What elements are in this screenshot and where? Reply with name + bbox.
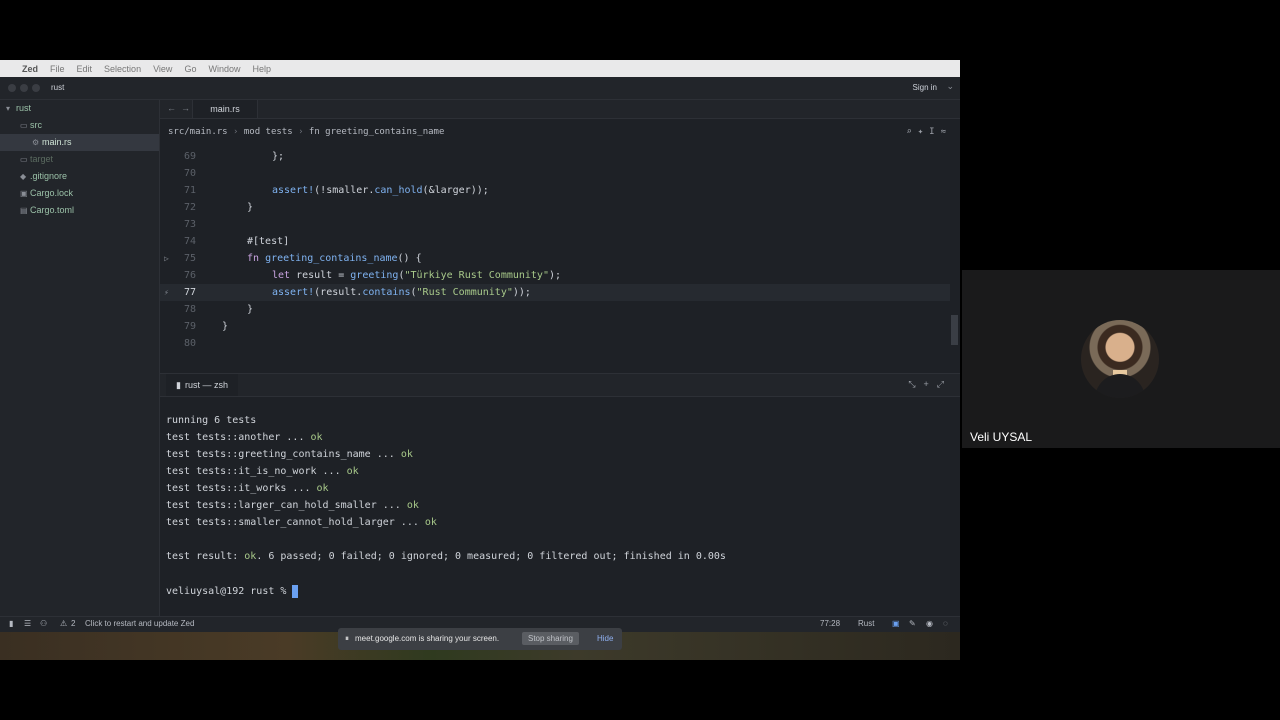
avatar [1081,320,1159,398]
terminal-line: test tests::larger_can_hold_smaller ... … [166,500,419,511]
menu-edit[interactable]: Edit [77,64,93,74]
menu-file[interactable]: File [50,64,65,74]
sidebar-item-cargo-toml[interactable]: ▤ Cargo.toml [20,202,74,219]
code-line-current: ⚡ 77 assert!(result.contains("Rust Communi… [160,284,950,301]
sidebar-item-rust[interactable]: ▾ rust [6,100,31,117]
update-notice[interactable]: Click to restart and update Zed [85,619,194,628]
share-message: meet.google.com is sharing your screen. [355,634,500,643]
folder-icon: ▭ [20,155,28,164]
assistant-icon[interactable]: ▣ [892,619,900,628]
panel-icon[interactable]: ▮ [9,619,13,628]
rust-file-icon: ⚙ [32,138,40,147]
sidebar-item-gitignore[interactable]: ◆ .gitignore [20,168,67,185]
macos-menubar: Zed File Edit Selection View Go Window H… [0,60,960,77]
stop-sharing-button[interactable]: Stop sharing [522,632,579,645]
project-panel: ▾ rust ▭ src ⚙ main.rs ▭ target ◆ .gitignore … [0,100,160,618]
code-line: 76 let result = greeting("Türkiye Rust Co… [183,270,562,281]
collab-icon[interactable]: ⚇ [40,619,47,628]
lock-icon: ▣ [20,189,28,198]
toml-icon: ▤ [20,206,28,215]
diagnostics-icon[interactable]: ✎ [909,619,916,628]
chat-icon[interactable]: ◉ [926,619,933,628]
tab-terminal[interactable]: ▮ rust — zsh [166,374,238,396]
language-selector[interactable]: Rust [858,619,874,628]
git-icon: ◆ [20,172,27,181]
signin-button[interactable]: Sign in [913,83,937,92]
chevron-down-icon: ▾ [6,104,11,113]
breadcrumb-fn[interactable]: fn greeting_contains_name [309,127,444,137]
breadcrumb-path[interactable]: src/main.rs [168,127,228,137]
menu-go[interactable]: Go [184,64,196,74]
code-line: 72} [183,202,254,213]
search-icon[interactable]: ⌕ [906,127,917,137]
participant-tile: Veli UYSAL [962,270,1280,448]
code-line: 79} [183,321,229,332]
assistant-icon[interactable]: ✦ [918,127,929,137]
split-icon[interactable]: ⤡ [908,379,923,389]
tab-main-rs[interactable]: main.rs [192,100,258,118]
sidebar-item-target[interactable]: ▭ target [20,151,53,168]
pause-icon[interactable]: ⏸ [345,634,349,644]
terminal-line: test tests::it_works ... ok [166,483,329,494]
forward-arrow-icon[interactable]: → [181,103,190,113]
screen-share: Zed File Edit Selection View Go Window H… [0,60,960,660]
terminal-line: test tests::it_is_no_work ... ok [166,466,359,477]
close-window-button[interactable] [8,84,16,92]
cursor-position[interactable]: 77:28 [820,619,840,628]
screen-share-banner: ⏸ meet.google.com is sharing your screen… [338,628,622,650]
window-titlebar: rust Sign in ⌄ [0,77,960,100]
terminal-tab-bar: ▮ rust — zsh ⤡+⤢ [160,373,960,397]
terminal-line: test tests::another ... ok [166,432,323,443]
code-editor[interactable]: 69}; 70 71 assert!(!smaller.can_hold(&lar… [160,148,960,368]
sidebar-item-main-rs[interactable]: ⚙ main.rs [0,134,159,151]
code-line: 80 [183,338,196,349]
warning-count[interactable]: 2 [71,619,75,628]
code-line: ▷ 75 fn greeting_contains_name() { [160,250,950,267]
editor-tab-bar: ← → main.rs [160,100,960,119]
list-icon[interactable]: ☰ [24,619,31,628]
terminal-line: test tests::smaller_cannot_hold_larger .… [166,517,437,528]
breadcrumb: src/main.rs › mod tests › fn greeting_co… [168,127,952,137]
settings-icon[interactable]: ≈ [941,127,952,137]
chevron-down-icon[interactable]: ⌄ [946,81,954,92]
minimize-window-button[interactable] [20,84,28,92]
code-line: 70 [183,168,196,179]
menu-window[interactable]: Window [208,64,240,74]
code-line: 71 assert!(!smaller.can_hold(&larger)); [183,185,489,196]
terminal-line: running 6 tests [166,415,257,426]
menu-help[interactable]: Help [252,64,271,74]
cursor-icon[interactable]: I [929,127,940,137]
breadcrumb-mod[interactable]: mod tests [244,127,293,137]
project-name[interactable]: rust [51,83,64,92]
code-line: 69}; [183,151,285,162]
maximize-icon[interactable]: ⤢ [937,379,952,389]
participant-name: Veli UYSAL [970,430,1033,444]
terminal-cursor [292,584,299,598]
sidebar-item-cargo-lock[interactable]: ▣ Cargo.lock [20,185,73,202]
terminal-prompt[interactable]: veliuysal@192 rust % [166,583,299,600]
zoom-window-button[interactable] [32,84,40,92]
menu-selection[interactable]: Selection [104,64,141,74]
editor-scrollbar[interactable] [951,315,958,345]
test-result-line: test result: ok. 6 passed; 0 failed; 0 i… [166,551,726,562]
terminal-icon: ▮ [176,380,181,390]
menu-app[interactable]: Zed [22,64,38,74]
code-line: 74 #[test] [183,236,290,247]
code-line: 73 [183,219,196,230]
add-terminal-icon[interactable]: + [924,379,937,389]
bell-icon[interactable]: ◌ [943,619,948,628]
sidebar-item-src[interactable]: ▭ src [20,117,42,134]
warning-icon[interactable]: ⚠ [60,619,67,628]
menu-view[interactable]: View [153,64,172,74]
back-arrow-icon[interactable]: ← [167,103,176,113]
hide-button[interactable]: Hide [597,634,613,643]
terminal-line: test tests::greeting_contains_name ... o… [166,449,413,460]
folder-icon: ▭ [20,121,28,130]
code-line: 78} [183,304,254,315]
